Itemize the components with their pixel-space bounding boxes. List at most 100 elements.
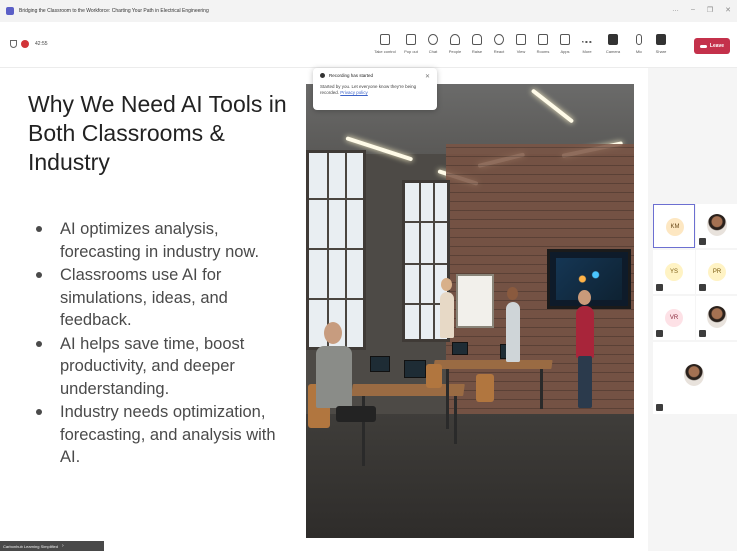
leave-button[interactable]: Leave xyxy=(694,38,730,54)
slide-bullet-list: AI optimizes analysis, forecasting in in… xyxy=(34,218,284,470)
view-icon xyxy=(516,34,526,45)
participant-tile[interactable] xyxy=(696,296,737,340)
desk-leg xyxy=(446,369,449,429)
status-label: Carbonhub Learning Simplified xyxy=(3,543,58,549)
student-head xyxy=(324,322,342,344)
presenter-legs xyxy=(578,356,592,408)
window-controls: … – ❐ ✕ xyxy=(672,6,731,14)
window-left xyxy=(306,150,366,350)
share-icon xyxy=(656,34,666,45)
slide-bullet: Classrooms use AI for simulations, ideas… xyxy=(34,264,284,332)
raise-label: Raise xyxy=(471,49,483,54)
more-label: More xyxy=(582,49,592,54)
muted-mic-icon xyxy=(699,284,706,291)
call-info: 42:55 xyxy=(10,40,48,48)
window-title: Bridging the Classroom to the Workforce:… xyxy=(19,8,209,14)
chevron-right-icon: › xyxy=(61,543,64,549)
chat-icon xyxy=(428,34,438,45)
leave-label: Leave xyxy=(709,43,725,49)
pop-out-button[interactable]: Pop out xyxy=(400,34,422,54)
meeting-toolbar: 42:55 Take control Pop out Chat People R… xyxy=(0,22,737,68)
muted-mic-icon xyxy=(656,330,663,337)
avatar xyxy=(684,364,704,386)
muted-mic-icon xyxy=(699,330,706,337)
react-icon xyxy=(494,34,504,45)
slide-title: Why We Need AI Tools in Both Classrooms … xyxy=(28,91,287,175)
react-button[interactable]: React xyxy=(488,34,510,54)
record-icon xyxy=(320,73,325,78)
chat-label: Chat xyxy=(428,49,438,54)
avatar xyxy=(707,214,727,236)
share-label: Share xyxy=(655,49,667,54)
people-button[interactable]: People xyxy=(444,34,466,54)
apps-button[interactable]: Apps xyxy=(554,34,576,54)
apps-label: Apps xyxy=(560,49,570,54)
recording-indicator-icon xyxy=(21,40,29,48)
share-button[interactable]: Share xyxy=(650,34,672,54)
muted-mic-icon xyxy=(699,238,706,245)
toolbar-actions: Take control Pop out Chat People Raise R… xyxy=(370,34,672,54)
view-label: View xyxy=(516,49,526,54)
rooms-button[interactable]: Rooms xyxy=(532,34,554,54)
presenter-status-bar[interactable]: Carbonhub Learning Simplified › xyxy=(0,541,104,551)
people-icon xyxy=(450,34,460,45)
phone-hangup-icon xyxy=(699,44,707,48)
camera-label: Camera xyxy=(605,49,621,54)
people-label: People xyxy=(448,49,462,54)
participant-tile[interactable]: PR xyxy=(696,250,737,294)
slide-bullet: Industry needs optimization, forecasting… xyxy=(34,401,284,469)
participant-tile[interactable]: YS xyxy=(653,250,695,294)
laptop xyxy=(370,356,390,372)
maximize-button[interactable]: ❐ xyxy=(707,6,713,14)
chair xyxy=(476,374,494,402)
presenter xyxy=(576,306,594,358)
take-control-button[interactable]: Take control xyxy=(370,34,400,54)
chair xyxy=(426,364,442,388)
chat-button[interactable]: Chat xyxy=(422,34,444,54)
participant-tile[interactable]: KM xyxy=(653,204,695,248)
laptop xyxy=(404,360,426,378)
raise-hand-button[interactable]: Raise xyxy=(466,34,488,54)
take-control-icon xyxy=(380,34,390,45)
pop-out-icon xyxy=(406,34,416,45)
apps-icon xyxy=(560,34,570,45)
student-head xyxy=(507,287,518,300)
presenter-head xyxy=(578,290,591,305)
slide-bullet: AI optimizes analysis, forecasting in in… xyxy=(34,218,284,263)
participant-tile[interactable]: VR xyxy=(653,296,695,340)
mic-icon xyxy=(636,34,642,45)
rooms-label: Rooms xyxy=(536,49,550,54)
mic-button[interactable]: Mic xyxy=(628,34,650,54)
avatar: VR xyxy=(665,309,683,327)
classroom-image xyxy=(306,84,634,538)
title-bar: Bridging the Classroom to the Workforce:… xyxy=(0,0,737,22)
laptop xyxy=(452,342,468,355)
mic-label: Mic xyxy=(635,49,643,54)
avatar: PR xyxy=(708,263,726,281)
student-head xyxy=(441,278,452,291)
close-icon[interactable]: ✕ xyxy=(425,73,430,80)
more-options-button[interactable]: … xyxy=(672,6,679,14)
muted-mic-icon xyxy=(656,284,663,291)
call-timer: 42:55 xyxy=(35,41,48,47)
raise-hand-icon xyxy=(472,34,482,45)
close-window-button[interactable]: ✕ xyxy=(725,6,731,14)
avatar xyxy=(707,306,727,328)
more-icon xyxy=(582,37,592,43)
rooms-icon xyxy=(538,34,548,45)
participant-tile-large[interactable] xyxy=(653,342,737,414)
more-button[interactable]: More xyxy=(576,34,598,54)
privacy-policy-link[interactable]: Privacy policy xyxy=(340,90,368,95)
floor xyxy=(306,414,634,538)
student-legs xyxy=(336,406,376,422)
minimize-button[interactable]: – xyxy=(691,6,695,14)
pop-out-label: Pop out xyxy=(404,49,418,54)
view-button[interactable]: View xyxy=(510,34,532,54)
camera-icon xyxy=(608,34,618,45)
student-standing xyxy=(506,302,520,362)
toast-message: Started by you. Let everyone know they'r… xyxy=(320,84,430,96)
back-desk xyxy=(433,360,553,369)
camera-button[interactable]: Camera xyxy=(598,34,628,54)
participant-tile[interactable] xyxy=(696,204,737,248)
toast-header: Recording has started xyxy=(320,73,430,78)
